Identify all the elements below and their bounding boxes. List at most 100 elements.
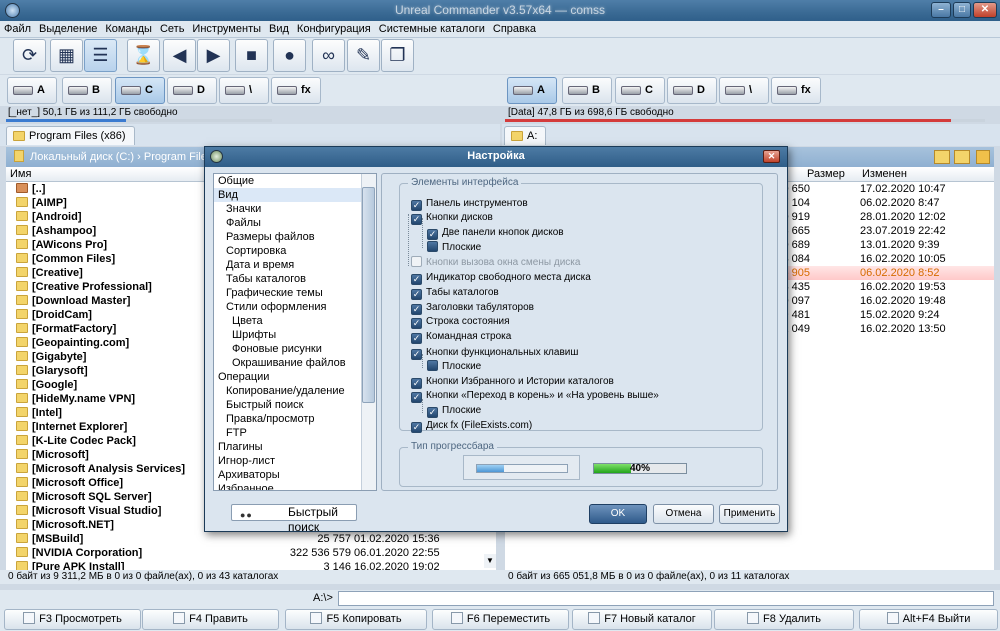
option-checkbox[interactable]: ✓ Строка состояния [411, 315, 510, 329]
progress-bar-2[interactable]: 40% [593, 463, 687, 474]
option-checkbox[interactable]: ✓ Табы каталогов [411, 286, 499, 300]
list-item[interactable]: [Pure APK Install] 3 146 16.02.2020 19:02 [6, 560, 496, 570]
option-checkbox[interactable]: ✓ Панель инструментов [411, 197, 528, 211]
option-checkbox[interactable]: Кнопки вызова окна смены диска [411, 256, 580, 270]
nav-item[interactable]: Файлы [214, 216, 376, 230]
option-checkbox[interactable]: ✓ Плоские [427, 404, 481, 418]
nav-item[interactable]: Архиваторы [214, 468, 376, 482]
fkey-button-6[interactable]: Alt+F4 Выйти [859, 609, 998, 630]
back-button[interactable]: ◀ [163, 39, 196, 72]
apply-button[interactable]: Применить [719, 504, 780, 524]
option-checkbox[interactable]: ✓ Две панели кнопок дисков [427, 226, 564, 240]
option-checkbox[interactable]: ✓ Индикатор свободного места диска [411, 271, 591, 285]
history-icon[interactable] [954, 150, 970, 164]
menu-0[interactable]: Файл [0, 21, 35, 38]
globe-button[interactable]: ● [273, 39, 306, 72]
option-checkbox[interactable]: ✓ Заголовки табуляторов [411, 301, 534, 315]
fkey-button-0[interactable]: F3 Просмотреть [4, 609, 141, 630]
drive-button-5[interactable]: fx [771, 77, 821, 104]
nav-item[interactable]: Сортировка [214, 244, 376, 258]
nav-item[interactable]: FTP [214, 426, 376, 440]
drive-button-1[interactable]: B [562, 77, 612, 104]
fkey-button-4[interactable]: F7 Новый каталог [572, 609, 712, 630]
nav-item[interactable]: Общие [214, 174, 376, 188]
drive-button-5[interactable]: fx [271, 77, 321, 104]
option-checkbox[interactable]: ✓ Кнопки «Переход в корень» и «На уровень… [411, 389, 659, 403]
progress-style-1[interactable] [463, 455, 580, 480]
option-checkbox[interactable]: ✓ Кнопки Избранного и Истории каталогов [411, 375, 614, 389]
quick-search-field[interactable]: ●● Быстрый поиск [231, 504, 357, 534]
nav-item[interactable]: Фоновые рисунки [214, 342, 376, 356]
fkey-button-1[interactable]: F4 Править [142, 609, 279, 630]
ok-button[interactable]: OK [589, 504, 647, 524]
menu-1[interactable]: Выделение [35, 21, 101, 38]
nav-item[interactable]: Окрашивание файлов [214, 356, 376, 370]
option-checkbox[interactable]: ✓ Командная строка [411, 330, 511, 344]
menu-6[interactable]: Конфигурация [293, 21, 375, 38]
drive-button-3[interactable]: D [667, 77, 717, 104]
drive-button-4[interactable]: \ [219, 77, 269, 104]
option-checkbox[interactable]: Плоские [427, 360, 481, 374]
drive-button-2[interactable]: C [615, 77, 665, 104]
menu-5[interactable]: Вид [265, 21, 293, 38]
fkey-button-3[interactable]: F6 Переместить [432, 609, 569, 630]
fkey-button-5[interactable]: F8 Удалить [714, 609, 854, 630]
maximize-icon[interactable]: □ [953, 2, 971, 18]
list-item[interactable]: [NVIDIA Corporation] 322 536 579 06.01.202… [6, 546, 496, 560]
col-size[interactable]: Размер [807, 167, 845, 181]
settings-nav-list[interactable]: Общие Вид Значки Файлы Размеры файлов Сортиро… [213, 173, 377, 491]
copy-pages-button[interactable]: ❐ [381, 39, 414, 72]
nav-item[interactable]: Шрифты [214, 328, 376, 342]
binoculars-button[interactable]: ∞ [312, 39, 345, 72]
close-icon[interactable]: ✕ [763, 150, 780, 163]
nav-item[interactable]: Стили оформления [214, 300, 376, 314]
fkey-button-2[interactable]: F5 Копировать [285, 609, 427, 630]
root-dir-icon[interactable] [976, 150, 990, 164]
command-line-input[interactable] [338, 591, 994, 606]
drive-button-4[interactable]: \ [719, 77, 769, 104]
drive-button-0[interactable]: A [507, 77, 557, 104]
forward-button[interactable]: ▶ [197, 39, 230, 72]
list-item[interactable]: [MSBuild] 25 757 01.02.2020 15:36 [6, 532, 496, 546]
drive-button-1[interactable]: B [62, 77, 112, 104]
nav-item[interactable]: Плагины [214, 440, 376, 454]
nav-item[interactable]: Избранное [214, 482, 376, 490]
tab-drive-a[interactable]: A: [504, 126, 547, 145]
option-checkbox[interactable]: ✓ Кнопки дисков [411, 211, 493, 225]
menu-2[interactable]: Команды [101, 21, 156, 38]
tab-program-files[interactable]: Program Files (x86) [6, 126, 135, 145]
drive-button-2[interactable]: C [115, 77, 165, 104]
nav-item[interactable]: Графические темы [214, 286, 376, 300]
menu-8[interactable]: Справка [489, 21, 540, 38]
nav-item[interactable]: Цвета [214, 314, 376, 328]
archive-box-button[interactable]: ■ [235, 39, 268, 72]
drive-button-0[interactable]: A [7, 77, 57, 104]
menu-7[interactable]: Системные каталоги [375, 21, 489, 38]
nav-item[interactable]: Быстрый поиск [214, 398, 376, 412]
nav-item[interactable]: Значки [214, 202, 376, 216]
refresh-button[interactable]: ⟳ [13, 39, 46, 72]
col-name[interactable]: Имя [6, 168, 31, 180]
nav-scrollbar-thumb[interactable] [362, 187, 375, 403]
edit-button[interactable]: ✎ [347, 39, 380, 72]
menu-3[interactable]: Сеть [156, 21, 188, 38]
drive-button-3[interactable]: D [167, 77, 217, 104]
minimize-icon[interactable]: – [931, 2, 951, 18]
nav-item[interactable]: Операции [214, 370, 376, 384]
nav-item[interactable]: Копирование/удаление [214, 384, 376, 398]
option-checkbox[interactable]: Плоские [427, 241, 481, 255]
scroll-down-icon[interactable]: ▼ [484, 554, 496, 568]
hourglass-button[interactable]: ⌛ [127, 39, 160, 72]
favorites-icon[interactable] [934, 150, 950, 164]
nav-item[interactable]: Размеры файлов [214, 230, 376, 244]
nav-item[interactable]: Правка/просмотр [214, 412, 376, 426]
nav-item[interactable]: Табы каталогов [214, 272, 376, 286]
col-date[interactable]: Изменен [862, 167, 907, 181]
nav-item[interactable]: Вид [214, 188, 376, 202]
option-checkbox[interactable]: ✓ Кнопки функциональных клавиш [411, 346, 578, 360]
close-icon[interactable]: ✕ [973, 2, 997, 18]
option-checkbox[interactable]: ✓ Диск fx (FileExists.com) [411, 419, 532, 433]
detailed-view-button[interactable]: ☰ [84, 39, 117, 72]
brief-view-button[interactable]: ▦ [50, 39, 83, 72]
nav-item[interactable]: Дата и время [214, 258, 376, 272]
